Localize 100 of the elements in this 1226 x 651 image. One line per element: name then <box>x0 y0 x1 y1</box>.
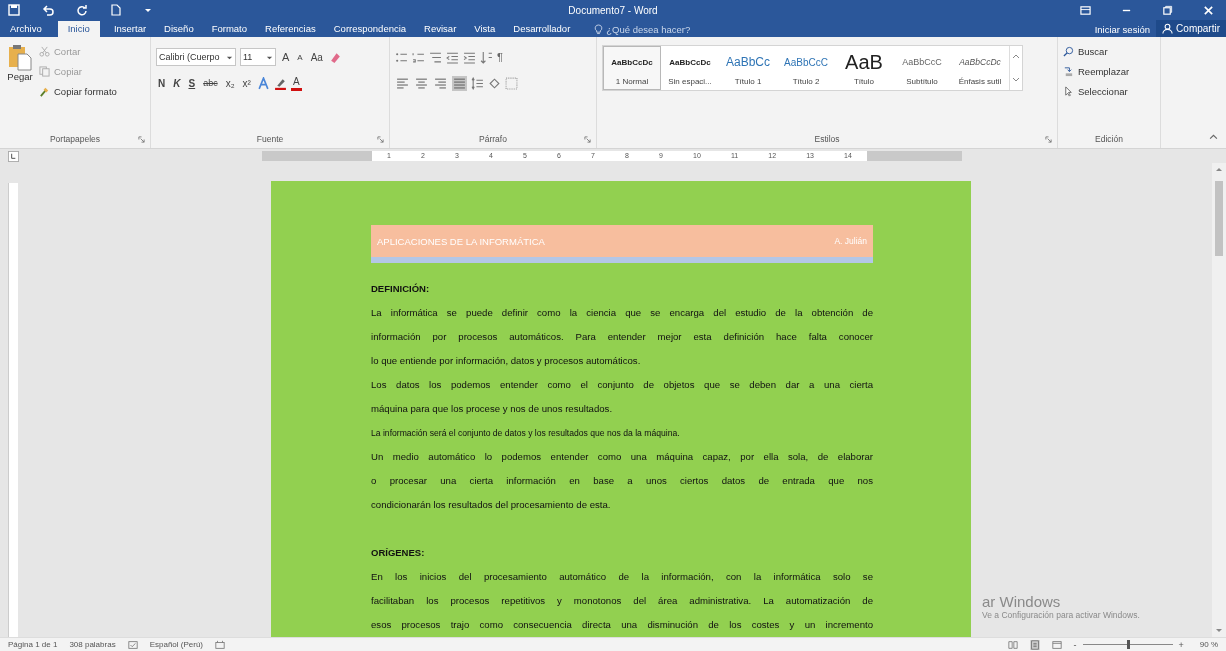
ribbon-display-icon[interactable] <box>1080 4 1091 16</box>
search-icon <box>1063 45 1074 57</box>
font-format-button[interactable]: N <box>156 75 168 91</box>
ribbon-tab[interactable]: Referencias <box>257 21 324 37</box>
font-format-button[interactable]: x₂ <box>223 75 237 91</box>
body-text-line: En los inicios del procesamiento automático de la información, con la informática solo se <box>371 570 873 584</box>
group-label: Fuente <box>256 134 284 144</box>
style-gallery-item[interactable]: AaBbCcC Título 2 <box>777 46 835 90</box>
scroll-up-icon[interactable] <box>1215 166 1223 174</box>
font-color-button[interactable]: A <box>290 75 302 91</box>
text-effects-icon[interactable] <box>256 76 270 90</box>
ribbon-tab[interactable]: Vista <box>466 21 504 37</box>
web-layout-icon[interactable] <box>1051 639 1062 650</box>
language-indicator[interactable]: Español (Perú) <box>149 640 203 649</box>
show-marks-button[interactable]: ¶ <box>497 51 503 63</box>
zoom-in-button[interactable]: + <box>1178 639 1184 650</box>
font-format-button[interactable]: Aa <box>308 49 325 65</box>
style-gallery-item[interactable]: AaBbCcDc Énfasis sutil <box>951 46 1009 90</box>
undo-icon[interactable] <box>42 4 54 16</box>
maximize-icon[interactable] <box>1162 4 1173 16</box>
word-count[interactable]: 308 palabras <box>69 640 116 649</box>
redo-icon[interactable] <box>76 4 88 16</box>
body-text-line: La informática se puede definir como la ciencia que se encarga del estudio de la obtención de <box>371 306 873 320</box>
zoom-slider-thumb[interactable] <box>1126 640 1130 649</box>
find-button[interactable]: Buscar <box>1063 43 1155 59</box>
zoom-out-button[interactable]: - <box>1073 639 1077 650</box>
font-format-button[interactable]: A <box>295 49 305 65</box>
shading-icon[interactable] <box>488 76 501 90</box>
dialog-launcher-icon[interactable] <box>138 135 145 143</box>
replace-icon <box>1063 65 1074 77</box>
numbering-icon[interactable] <box>412 50 425 64</box>
dialog-launcher-icon[interactable] <box>584 135 591 143</box>
activation-hint: Ve a Configuración para activar Windows. <box>982 610 1140 620</box>
tell-me-field[interactable]: ¿Qué desea hacer? <box>594 21 717 37</box>
read-mode-icon[interactable] <box>1007 639 1018 650</box>
caret-icon[interactable] <box>144 6 152 14</box>
line-spacing-icon[interactable] <box>471 76 484 90</box>
activation-title: ar Windows <box>982 593 1062 610</box>
dialog-launcher-icon[interactable] <box>1045 135 1052 143</box>
style-gallery-item[interactable]: AaBbCcC Subtítulo <box>893 46 951 90</box>
paste-button[interactable]: Pegar <box>5 41 35 103</box>
close-icon[interactable] <box>1203 4 1214 16</box>
ribbon-tab[interactable]: Insertar <box>105 21 155 37</box>
multilevel-list-icon[interactable] <box>429 50 442 64</box>
scrollbar-thumb[interactable] <box>1215 181 1223 256</box>
ribbon-tab[interactable]: Formato <box>203 21 256 37</box>
sign-in-link[interactable]: Iniciar sesión <box>1094 21 1151 37</box>
sort-icon[interactable] <box>480 50 493 64</box>
font-format-button[interactable]: x² <box>240 75 253 91</box>
replace-button[interactable]: Reemplazar <box>1063 63 1155 79</box>
scroll-down-icon[interactable] <box>1012 75 1020 83</box>
zoom-level[interactable]: 90 % <box>1199 640 1218 649</box>
eraser-icon[interactable] <box>328 50 342 64</box>
increase-indent-icon[interactable] <box>463 50 476 64</box>
section-heading: ORÍGENES: <box>371 546 426 560</box>
select-button[interactable]: Seleccionar <box>1063 83 1155 99</box>
bullets-icon[interactable] <box>395 50 408 64</box>
body-text-line: o procesar una cierta información en base a unos ciertos datos de entrada que nos <box>371 474 873 488</box>
ribbon-tab[interactable]: Revisar <box>416 21 465 37</box>
font-format-button[interactable]: S <box>186 75 198 91</box>
font-name-field[interactable]: Calibri (Cuerpo <box>156 48 236 66</box>
body-text-line: Un medio automático lo podemos entender como una máquina capaz, por ella sola, de elaborar <box>371 450 873 464</box>
body-text-line: máquina para que los procese y nos de unos resultados. <box>371 402 614 416</box>
collapse-ribbon-icon[interactable] <box>1209 133 1218 142</box>
body-text-line: La información será el conjunto de datos y los resultados que nos da la máquina. <box>371 427 681 440</box>
font-size-field[interactable]: 11 <box>240 48 276 66</box>
font-format-button[interactable]: abc <box>201 75 220 91</box>
scroll-up-icon[interactable] <box>1012 53 1020 61</box>
group-label: Edición <box>1095 134 1123 144</box>
decrease-indent-icon[interactable] <box>446 50 459 64</box>
save-icon[interactable] <box>8 4 20 16</box>
ribbon-tab[interactable]: Inicio <box>57 21 100 37</box>
highlighter-icon[interactable] <box>273 76 287 90</box>
tab-selector-icon[interactable] <box>8 150 19 162</box>
ribbon-tab[interactable]: Archivo <box>2 21 50 37</box>
print-layout-icon[interactable] <box>1029 639 1040 650</box>
new-document-icon[interactable] <box>110 4 122 16</box>
style-gallery-item[interactable]: AaB Título <box>835 46 893 90</box>
macro-icon[interactable] <box>215 639 225 650</box>
share-button[interactable]: Compartir <box>1156 20 1226 37</box>
body-text-line: condicionarán los resultados del procesamiento de esta. <box>371 498 612 512</box>
group-label: Estilos <box>814 134 840 144</box>
body-text-line: facilitaban los procesos repetitivos y monotonos del área administrativa. La automatización de <box>371 594 873 608</box>
dialog-launcher-icon[interactable] <box>377 135 384 143</box>
ribbon-tab[interactable]: Desarrollador <box>505 21 579 37</box>
style-gallery-item[interactable]: AaBbCcDc Sin espaci... <box>661 46 719 90</box>
format-painter-button[interactable]: Copiar formato <box>39 83 117 99</box>
proofing-icon[interactable] <box>127 639 138 650</box>
brush-icon <box>39 85 50 97</box>
ribbon-tab[interactable]: Correspondencia <box>325 21 415 37</box>
scroll-down-icon[interactable] <box>1215 626 1223 634</box>
font-format-button[interactable]: A <box>280 49 292 65</box>
cursor-icon <box>1063 85 1074 97</box>
style-gallery-item[interactable]: AaBbCc Título 1 <box>719 46 777 90</box>
body-text-line: lo que entiende por información, datos y procesos automáticos. <box>371 354 642 368</box>
page-count[interactable]: Página 1 de 1 <box>8 640 58 649</box>
align-button[interactable] <box>452 75 467 91</box>
ribbon-tab[interactable]: Diseño <box>156 21 202 37</box>
font-format-button[interactable]: K <box>171 75 183 91</box>
style-gallery-item[interactable]: AaBbCcDc 1 Normal <box>603 46 661 90</box>
